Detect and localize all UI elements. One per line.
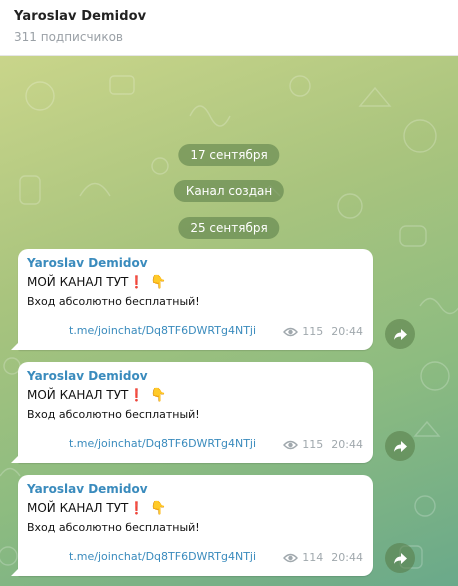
invite-link[interactable]: t.me/joinchat/Dq8TF6DWRTg4NTji xyxy=(69,437,283,450)
message-heading: МОЙ КАНАЛ ТУТ xyxy=(27,388,129,402)
exclamation-icon: ❗ xyxy=(129,275,145,289)
message-text-line: МОЙ КАНАЛ ТУТ❗ 👇 xyxy=(27,501,363,516)
eye-icon xyxy=(283,553,299,562)
invite-link[interactable]: t.me/joinchat/Dq8TF6DWRTg4NTji xyxy=(69,324,283,337)
message-subtext: Вход абсолютно бесплатный! xyxy=(27,295,200,308)
chat-header[interactable]: Yaroslav Demidov 311 подписчиков xyxy=(0,0,458,56)
view-count: 114 xyxy=(302,551,324,564)
view-count: 115 xyxy=(302,325,324,338)
message-meta: 115 20:44 xyxy=(283,325,363,338)
date-separator-2: 25 сентября xyxy=(178,217,280,239)
message-author[interactable]: Yaroslav Demidov xyxy=(27,482,363,496)
share-button[interactable] xyxy=(385,431,415,461)
message-author[interactable]: Yaroslav Demidov xyxy=(27,369,363,383)
share-button[interactable] xyxy=(385,543,415,573)
share-button[interactable] xyxy=(385,319,415,349)
channel-created-notice: Канал создан xyxy=(173,180,285,202)
exclamation-icon: ❗ xyxy=(129,388,145,402)
message-text-line: МОЙ КАНАЛ ТУТ❗ 👇 xyxy=(27,388,363,403)
message-meta: 115 20:44 xyxy=(283,438,363,451)
subscriber-count: 311 подписчиков xyxy=(14,30,123,44)
message-text-line: МОЙ КАНАЛ ТУТ❗ 👇 xyxy=(27,275,363,290)
message-heading: МОЙ КАНАЛ ТУТ xyxy=(27,501,129,515)
message-time: 20:44 xyxy=(331,325,363,338)
share-arrow-icon xyxy=(393,328,407,340)
pointing-down-icon: 👇 xyxy=(150,501,167,516)
message-bubble[interactable]: Yaroslav Demidov МОЙ КАНАЛ ТУТ❗ 👇 Вход аб… xyxy=(11,249,373,350)
pointing-down-icon: 👇 xyxy=(150,388,167,403)
message-bubble[interactable]: Yaroslav Demidov МОЙ КАНАЛ ТУТ❗ 👇 Вход аб… xyxy=(11,475,373,576)
pointing-down-icon: 👇 xyxy=(150,275,167,290)
message-subtext: Вход абсолютно бесплатный! xyxy=(27,521,200,534)
share-arrow-icon xyxy=(393,440,407,452)
message-subtext: Вход абсолютно бесплатный! xyxy=(27,408,200,421)
message-meta: 114 20:44 xyxy=(283,551,363,564)
message-bubble[interactable]: Yaroslav Demidov МОЙ КАНАЛ ТУТ❗ 👇 Вход аб… xyxy=(11,362,373,463)
invite-link[interactable]: t.me/joinchat/Dq8TF6DWRTg4NTji xyxy=(69,550,283,563)
message-footer: t.me/joinchat/Dq8TF6DWRTg4NTji 115 20:44 xyxy=(27,324,363,342)
exclamation-icon: ❗ xyxy=(129,501,145,515)
message-author[interactable]: Yaroslav Demidov xyxy=(27,256,363,270)
message-footer: t.me/joinchat/Dq8TF6DWRTg4NTji 115 20:44 xyxy=(27,437,363,455)
message-footer: t.me/joinchat/Dq8TF6DWRTg4NTji 114 20:44 xyxy=(27,550,363,568)
eye-icon xyxy=(283,327,299,336)
message-heading: МОЙ КАНАЛ ТУТ xyxy=(27,275,129,289)
message-time: 20:44 xyxy=(331,551,363,564)
eye-icon xyxy=(283,440,299,449)
message-time: 20:44 xyxy=(331,438,363,451)
view-count: 115 xyxy=(302,438,324,451)
chat-area[interactable]: 17 сентября Канал создан 25 сентября Yar… xyxy=(0,56,458,586)
share-arrow-icon xyxy=(393,552,407,564)
channel-title: Yaroslav Demidov xyxy=(14,9,147,24)
date-separator-1: 17 сентября xyxy=(178,144,280,166)
